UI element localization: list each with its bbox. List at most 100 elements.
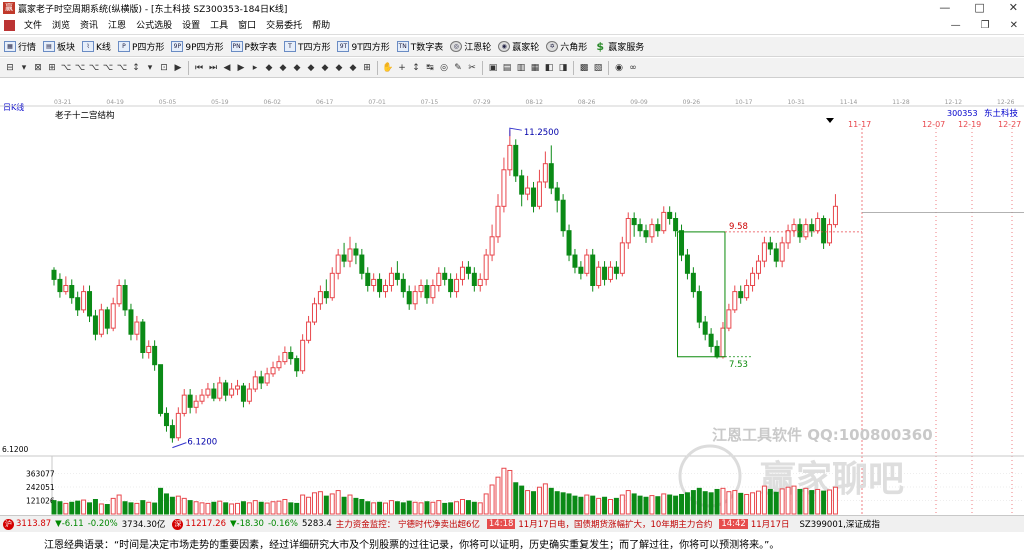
toolbar-9t-square-button[interactable]: 9T 9T四方形 (337, 40, 390, 53)
menu-settings[interactable]: 设置 (177, 17, 205, 35)
toolbar-quotes-button[interactable]: ▦ 行情 (4, 40, 36, 53)
draw-tool-icon[interactable]: ⊞ (46, 62, 58, 74)
draw-tool-icon[interactable]: ◎ (438, 62, 450, 74)
candle-body (643, 230, 649, 238)
app-logo: 赢 (3, 2, 15, 14)
menu-tools[interactable]: 工具 (205, 17, 233, 35)
draw-tool-icon[interactable]: ⊠ (32, 62, 44, 74)
menu-formula[interactable]: 公式选股 (131, 17, 177, 35)
volume-bar (732, 490, 738, 515)
toolbar-winner-wheel-button[interactable]: ◉ 赢家轮 (498, 40, 539, 53)
draw-tool-icon[interactable]: ✎ (452, 62, 464, 74)
menu-file[interactable]: 文件 (19, 17, 47, 35)
draw-tool-icon[interactable]: ◆ (333, 62, 345, 74)
draw-tool-icon[interactable]: ⌥ (74, 62, 86, 74)
dropdown-arrow-icon[interactable] (826, 118, 834, 123)
news-ticker[interactable]: 11月17日电，国债期货涨幅扩大，10年期主力合约 (518, 518, 712, 530)
date-axis: 03-21 04-19 05-05 05-19 06-02 06-17 07-01 07-15… (54, 99, 1015, 106)
toolbar-t-table-button[interactable]: TN T数字表 (396, 40, 443, 53)
volume-bar (63, 502, 69, 515)
9t-square-icon: 9T (337, 41, 350, 52)
draw-tool-icon[interactable]: ◆ (263, 62, 275, 74)
toolbar-gann-wheel-button[interactable]: ◎ 江恩轮 (450, 40, 491, 53)
volume-bar (454, 501, 460, 515)
toolbar-service-button[interactable]: $ 赢家服务 (594, 40, 644, 53)
draw-tool-icon[interactable]: ↕ (130, 62, 142, 74)
draw-tool-icon[interactable]: ▤ (501, 62, 513, 74)
volume-bar (341, 496, 347, 515)
draw-tool-icon[interactable]: ✂ (466, 62, 478, 74)
volume-bar (708, 492, 714, 515)
draw-tool-icon[interactable]: ▾ (144, 62, 156, 74)
draw-tool-icon[interactable]: ◆ (347, 62, 359, 74)
draw-tool-icon[interactable]: ∞ (627, 62, 639, 74)
index-selector[interactable]: SZ399001,深证成指 (799, 518, 879, 530)
maximize-button[interactable]: □ (974, 0, 984, 16)
draw-tool-icon[interactable]: ◆ (319, 62, 331, 74)
toolbar-9p-square-button[interactable]: 9P 9P四方形 (171, 40, 224, 53)
mdi-restore-button[interactable]: ❐ (981, 17, 990, 35)
menu-info[interactable]: 资讯 (75, 17, 103, 35)
draw-tool-icon[interactable]: ✋ (382, 62, 394, 74)
draw-tool-icon[interactable]: ⊞ (361, 62, 373, 74)
draw-tool-icon[interactable]: ↹ (424, 62, 436, 74)
draw-tool-icon[interactable]: ◆ (305, 62, 317, 74)
volume-bar (649, 495, 655, 515)
draw-tool-icon[interactable]: + (396, 62, 408, 74)
draw-tool-icon[interactable]: ⌥ (60, 62, 72, 74)
draw-tool-icon[interactable]: ⌥ (88, 62, 100, 74)
minimize-button[interactable]: — (939, 0, 950, 16)
draw-tool-icon[interactable]: ▶ (235, 62, 247, 74)
draw-tool-icon[interactable]: ▥ (515, 62, 527, 74)
candle-body (122, 285, 128, 311)
menu-window[interactable]: 窗口 (233, 17, 261, 35)
draw-tool-icon[interactable]: ⊟ (4, 62, 16, 74)
close-button[interactable]: ✕ (1009, 0, 1018, 16)
volume-tick-label: 242051 (26, 483, 55, 492)
volume-bar (655, 496, 661, 515)
mdi-close-button[interactable]: ✕ (1010, 17, 1018, 35)
menu-browse[interactable]: 浏览 (47, 17, 75, 35)
toolbar-label: T四方形 (297, 43, 331, 53)
draw-tool-icon[interactable]: ↕ (410, 62, 422, 74)
draw-tool-icon[interactable]: ▶ (172, 62, 184, 74)
toolbar-t-square-button[interactable]: T T四方形 (283, 40, 331, 53)
menu-trade[interactable]: 交易委托 (261, 17, 307, 35)
draw-tool-icon[interactable]: ⏭ (207, 62, 219, 74)
draw-tool-icon[interactable]: ▧ (592, 62, 604, 74)
draw-tool-icon[interactable]: ⌥ (116, 62, 128, 74)
draw-tool-icon[interactable]: ▸ (249, 62, 261, 74)
draw-tool-icon[interactable]: ▣ (487, 62, 499, 74)
menu-help[interactable]: 帮助 (307, 17, 335, 35)
draw-tool-icon[interactable]: ◀ (221, 62, 233, 74)
draw-tool-icon[interactable]: ▦ (529, 62, 541, 74)
draw-tool-icon[interactable]: ◆ (277, 62, 289, 74)
draw-tool-icon[interactable]: ▩ (578, 62, 590, 74)
yen-icon: $ (596, 40, 605, 53)
draw-tool-icon[interactable]: ▾ (18, 62, 30, 74)
kline-chart[interactable]: 03-21 04-19 05-05 05-19 06-02 06-17 07-01 07-15… (0, 98, 1024, 515)
candle-body (371, 278, 377, 286)
toolbar-p-table-button[interactable]: PN P数字表 (230, 40, 277, 53)
draw-tool-icon[interactable]: ◉ (613, 62, 625, 74)
candle-body (146, 345, 152, 353)
title-bar: 赢 赢家老子时空周期系统(纵横版) - [东土科技 SZ300353-184日K… (0, 0, 1024, 16)
toolbar-kline-button[interactable]: ⌇ K线 (82, 40, 111, 53)
draw-tool-icon[interactable]: ◨ (557, 62, 569, 74)
toolbar-label: P四方形 (131, 43, 165, 53)
toolbar-hexagon-button[interactable]: ✡ 六角形 (546, 40, 587, 53)
draw-tool-icon[interactable]: ⏮ (193, 62, 205, 74)
toolbar-p-square-button[interactable]: P P四方形 (117, 40, 165, 53)
indicator-label: 老子十二宫结构 (55, 110, 115, 121)
volume-bar (140, 500, 146, 515)
volume-bar (229, 503, 235, 515)
draw-tool-icon[interactable]: ⊡ (158, 62, 170, 74)
candle-body (602, 266, 608, 280)
draw-tool-icon[interactable]: ⌥ (102, 62, 114, 74)
mdi-minimize-button[interactable]: — (951, 17, 961, 35)
toolbar-blocks-button[interactable]: ▤ 板块 (43, 40, 75, 53)
draw-tool-icon[interactable]: ◆ (291, 62, 303, 74)
capital-monitor-ticker[interactable]: 主力资金监控： 宁德时代净卖出超6亿 (336, 518, 480, 530)
draw-tool-icon[interactable]: ◧ (543, 62, 555, 74)
menu-gann[interactable]: 江恩 (103, 17, 131, 35)
